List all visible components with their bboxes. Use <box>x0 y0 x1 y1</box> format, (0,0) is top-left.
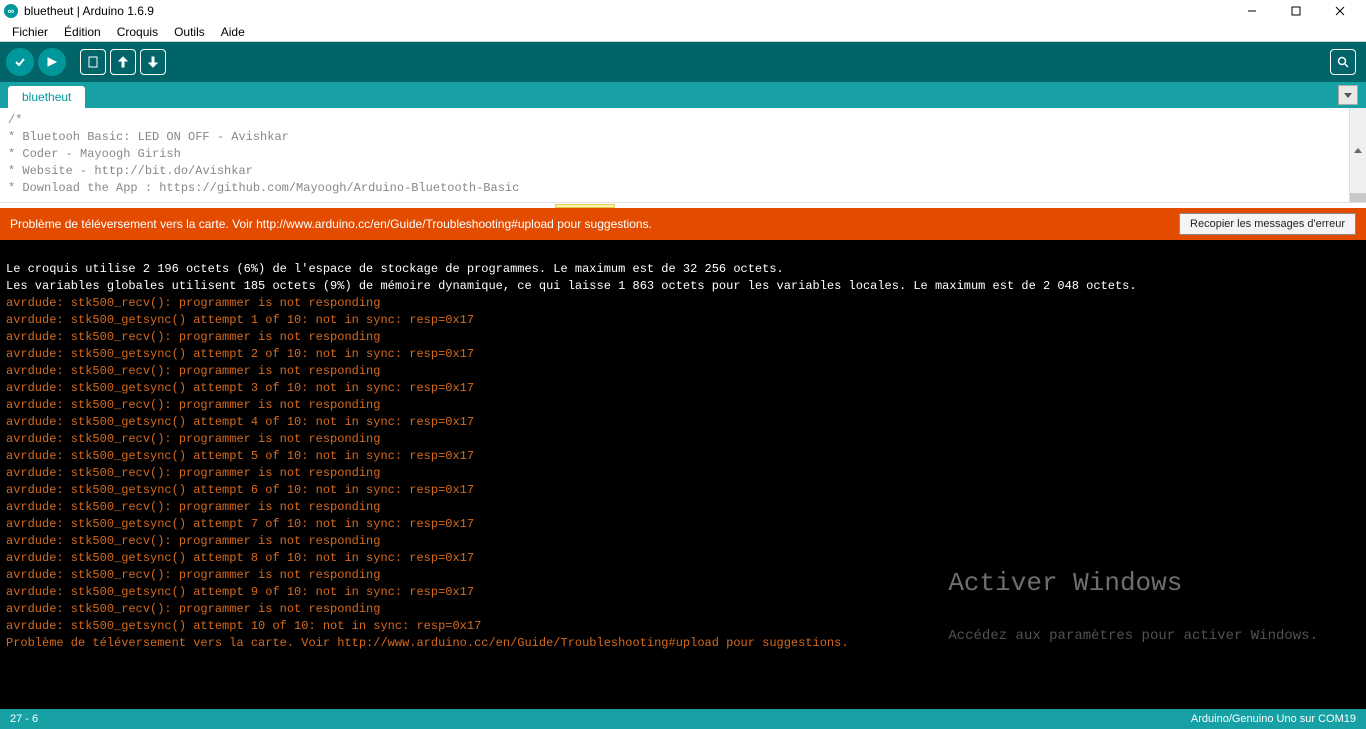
toolbar <box>0 42 1366 82</box>
new-sketch-button[interactable] <box>80 49 106 75</box>
console-line: avrdude: stk500_getsync() attempt 10 of … <box>6 619 481 633</box>
console-line: avrdude: stk500_getsync() attempt 2 of 1… <box>6 347 474 361</box>
code-line: * Bluetooh Basic: LED ON OFF - Avishkar <box>8 130 289 144</box>
console-line: avrdude: stk500_getsync() attempt 4 of 1… <box>6 415 474 429</box>
code-link[interactable]: http://bit.do/Avishkar <box>94 164 252 178</box>
upload-button[interactable] <box>38 48 66 76</box>
minimize-button[interactable] <box>1230 0 1274 22</box>
cursor-position: 27 - 6 <box>10 713 1191 725</box>
menu-croquis[interactable]: Croquis <box>111 23 164 41</box>
menu-fichier[interactable]: Fichier <box>6 23 54 41</box>
console-line: avrdude: stk500_recv(): programmer is no… <box>6 466 380 480</box>
sketch-tab[interactable]: bluetheut <box>8 86 85 108</box>
console-line: avrdude: stk500_getsync() attempt 6 of 1… <box>6 483 474 497</box>
code-line: /* <box>8 113 22 127</box>
scroll-thumb[interactable] <box>1350 193 1366 202</box>
watermark-subtitle: Accédez aux paramètres pour activer Wind… <box>948 628 1318 645</box>
watermark-title: Activer Windows <box>948 575 1318 592</box>
tab-menu-button[interactable] <box>1338 85 1358 105</box>
console-line: avrdude: stk500_getsync() attempt 7 of 1… <box>6 517 474 531</box>
console-line: avrdude: stk500_recv(): programmer is no… <box>6 568 380 582</box>
console-line: avrdude: stk500_recv(): programmer is no… <box>6 398 380 412</box>
console-line: avrdude: stk500_recv(): programmer is no… <box>6 364 380 378</box>
windows-activation-watermark: Activer Windows Accédez aux paramètres p… <box>948 541 1318 679</box>
titlebar: ∞ bluetheut | Arduino 1.6.9 <box>0 0 1366 22</box>
arduino-logo-icon: ∞ <box>4 4 18 18</box>
serial-monitor-button[interactable] <box>1330 49 1356 75</box>
console-line: avrdude: stk500_getsync() attempt 5 of 1… <box>6 449 474 463</box>
scroll-up-icon[interactable] <box>1350 142 1366 159</box>
maximize-button[interactable] <box>1274 0 1318 22</box>
open-sketch-button[interactable] <box>110 49 136 75</box>
console-line: avrdude: stk500_recv(): programmer is no… <box>6 534 380 548</box>
console-line: avrdude: stk500_recv(): programmer is no… <box>6 330 380 344</box>
progress-bar <box>555 204 615 208</box>
code-line: * Website - http://bit.do/Avishkar <box>8 164 253 178</box>
tabstrip: bluetheut <box>0 82 1366 108</box>
console-line: avrdude: stk500_getsync() attempt 1 of 1… <box>6 313 474 327</box>
console-line: avrdude: stk500_getsync() attempt 3 of 1… <box>6 381 474 395</box>
editor-scrollbar[interactable] <box>1349 108 1366 202</box>
error-bar: Problème de téléversement vers la carte.… <box>0 208 1366 240</box>
copy-errors-button[interactable]: Recopier les messages d'erreur <box>1179 213 1356 235</box>
code-line: * Coder - Mayoogh Girish <box>8 147 181 161</box>
console-line: avrdude: stk500_getsync() attempt 8 of 1… <box>6 551 474 565</box>
code-editor[interactable]: /* * Bluetooh Basic: LED ON OFF - Avishk… <box>0 108 1366 202</box>
error-message: Problème de téléversement vers la carte.… <box>10 217 1179 231</box>
code-line: * Download the App : https://github.com/… <box>8 181 519 195</box>
menu-outils[interactable]: Outils <box>168 23 211 41</box>
code-link[interactable]: https://github.com/Mayoogh/Arduino-Bluet… <box>159 181 519 195</box>
console-line: Les variables globales utilisent 185 oct… <box>6 279 1137 293</box>
app-root: ∞ bluetheut | Arduino 1.6.9 Fichier Édit… <box>0 0 1366 729</box>
window-title: bluetheut | Arduino 1.6.9 <box>24 4 1230 18</box>
console-line: Le croquis utilise 2 196 octets (6%) de … <box>6 262 784 276</box>
console-line <box>6 245 13 259</box>
menu-aide[interactable]: Aide <box>215 23 251 41</box>
console-line: avrdude: stk500_recv(): programmer is no… <box>6 296 380 310</box>
console-line: avrdude: stk500_getsync() attempt 9 of 1… <box>6 585 474 599</box>
menu-edition[interactable]: Édition <box>58 23 107 41</box>
verify-button[interactable] <box>6 48 34 76</box>
console-line: avrdude: stk500_recv(): programmer is no… <box>6 602 380 616</box>
console-line: avrdude: stk500_recv(): programmer is no… <box>6 500 380 514</box>
progress-area <box>0 202 1366 208</box>
console[interactable]: Le croquis utilise 2 196 octets (6%) de … <box>0 240 1366 709</box>
console-line: avrdude: stk500_recv(): programmer is no… <box>6 432 380 446</box>
close-button[interactable] <box>1318 0 1362 22</box>
board-port-label: Arduino/Genuino Uno sur COM19 <box>1191 713 1356 725</box>
menubar: Fichier Édition Croquis Outils Aide <box>0 22 1366 42</box>
save-sketch-button[interactable] <box>140 49 166 75</box>
statusbar: 27 - 6 Arduino/Genuino Uno sur COM19 <box>0 709 1366 729</box>
console-line: Problème de téléversement vers la carte.… <box>6 636 849 650</box>
